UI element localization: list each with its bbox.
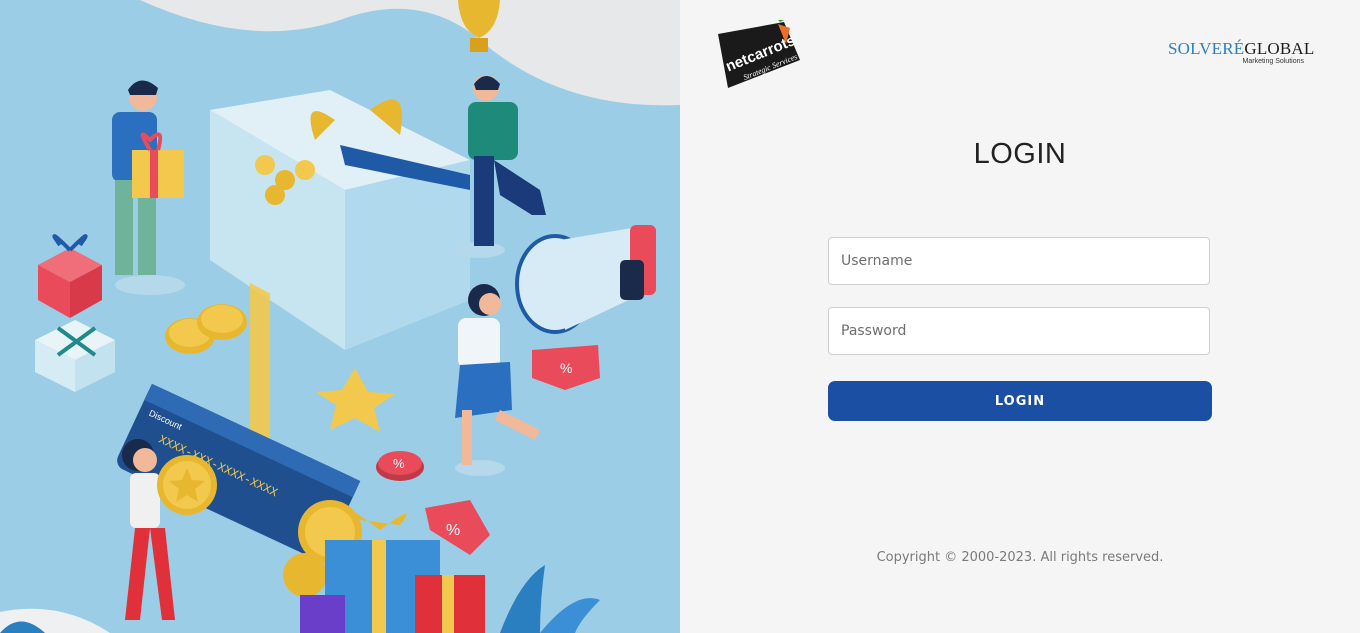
svg-text:%: %: [393, 456, 405, 471]
rewards-illustration: XXXX-XXX-XXXX-XXXX Discount % % %: [0, 0, 680, 633]
username-input[interactable]: [828, 237, 1210, 285]
man-with-gift-figure: [112, 80, 185, 295]
coins-stack: [165, 304, 247, 354]
copyright-text: Copyright © 2000-2023. All rights reserv…: [876, 550, 1164, 565]
password-input[interactable]: [828, 307, 1210, 355]
solvere-global-logo: SOLVERÉGLOBAL Marketing Solutions: [1168, 40, 1324, 66]
solvere-global-wordmark: SOLVERÉGLOBAL: [1168, 39, 1315, 58]
svg-text:%: %: [446, 522, 460, 539]
megaphone-shape: [515, 225, 656, 334]
login-button[interactable]: LOGIN: [828, 381, 1212, 421]
gift-boxes-bottom: %: [283, 500, 490, 633]
login-title: LOGIN: [973, 138, 1067, 170]
small-gifts-left: [35, 234, 115, 392]
svg-text:%: %: [560, 360, 572, 376]
netcarrots-logo: netcarrots Strategic Services: [718, 20, 800, 88]
woman-with-coin-figure: [122, 439, 217, 620]
top-wave-shape: [140, 0, 680, 106]
percent-badge: %: [376, 451, 424, 481]
star-shape: [316, 368, 395, 432]
login-panel: netcarrots Strategic Services SOLVERÉGLO…: [680, 0, 1360, 633]
solvere-global-tagline: Marketing Solutions: [1242, 58, 1304, 65]
hero-illustration-panel: XXXX-XXX-XXXX-XXXX Discount % % %: [0, 0, 680, 633]
